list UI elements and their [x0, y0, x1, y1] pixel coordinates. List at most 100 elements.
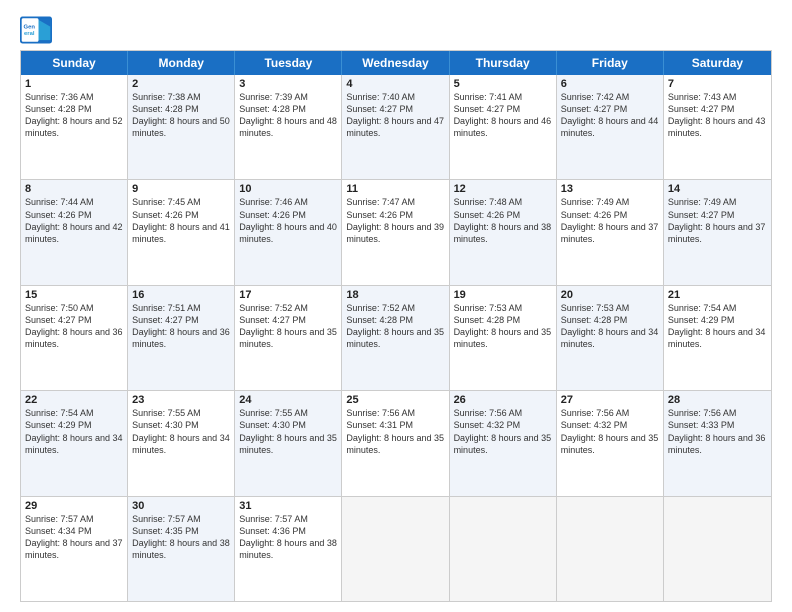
day-info: Sunrise: 7:55 AMSunset: 4:30 PMDaylight:…	[132, 407, 230, 456]
day-number: 28	[668, 394, 767, 406]
cal-header-tuesday: Tuesday	[235, 51, 342, 75]
calendar-page: Gen eral SundayMondayTuesdayWednesdayThu…	[0, 0, 792, 612]
calendar-header: SundayMondayTuesdayWednesdayThursdayFrid…	[21, 51, 771, 75]
day-number: 20	[561, 289, 659, 301]
day-info: Sunrise: 7:56 AMSunset: 4:32 PMDaylight:…	[454, 407, 552, 456]
cal-cell-4: 4Sunrise: 7:40 AMSunset: 4:27 PMDaylight…	[342, 75, 449, 179]
cal-cell-empty-3	[342, 497, 449, 601]
day-number: 17	[239, 289, 337, 301]
day-number: 3	[239, 78, 337, 90]
cal-cell-18: 18Sunrise: 7:52 AMSunset: 4:28 PMDayligh…	[342, 286, 449, 390]
day-info: Sunrise: 7:36 AMSunset: 4:28 PMDaylight:…	[25, 91, 123, 140]
cal-cell-22: 22Sunrise: 7:54 AMSunset: 4:29 PMDayligh…	[21, 391, 128, 495]
cal-cell-19: 19Sunrise: 7:53 AMSunset: 4:28 PMDayligh…	[450, 286, 557, 390]
cal-cell-25: 25Sunrise: 7:56 AMSunset: 4:31 PMDayligh…	[342, 391, 449, 495]
day-info: Sunrise: 7:48 AMSunset: 4:26 PMDaylight:…	[454, 196, 552, 245]
cal-cell-20: 20Sunrise: 7:53 AMSunset: 4:28 PMDayligh…	[557, 286, 664, 390]
cal-cell-15: 15Sunrise: 7:50 AMSunset: 4:27 PMDayligh…	[21, 286, 128, 390]
cal-cell-5: 5Sunrise: 7:41 AMSunset: 4:27 PMDaylight…	[450, 75, 557, 179]
day-number: 26	[454, 394, 552, 406]
day-info: Sunrise: 7:50 AMSunset: 4:27 PMDaylight:…	[25, 302, 123, 351]
cal-cell-11: 11Sunrise: 7:47 AMSunset: 4:26 PMDayligh…	[342, 180, 449, 284]
day-number: 30	[132, 500, 230, 512]
cal-cell-9: 9Sunrise: 7:45 AMSunset: 4:26 PMDaylight…	[128, 180, 235, 284]
day-info: Sunrise: 7:57 AMSunset: 4:35 PMDaylight:…	[132, 513, 230, 562]
day-info: Sunrise: 7:52 AMSunset: 4:28 PMDaylight:…	[346, 302, 444, 351]
cal-cell-empty-5	[557, 497, 664, 601]
day-number: 19	[454, 289, 552, 301]
cal-cell-23: 23Sunrise: 7:55 AMSunset: 4:30 PMDayligh…	[128, 391, 235, 495]
day-number: 6	[561, 78, 659, 90]
day-number: 1	[25, 78, 123, 90]
day-info: Sunrise: 7:53 AMSunset: 4:28 PMDaylight:…	[561, 302, 659, 351]
cal-cell-6: 6Sunrise: 7:42 AMSunset: 4:27 PMDaylight…	[557, 75, 664, 179]
cal-cell-24: 24Sunrise: 7:55 AMSunset: 4:30 PMDayligh…	[235, 391, 342, 495]
cal-header-wednesday: Wednesday	[342, 51, 449, 75]
day-info: Sunrise: 7:55 AMSunset: 4:30 PMDaylight:…	[239, 407, 337, 456]
cal-cell-13: 13Sunrise: 7:49 AMSunset: 4:26 PMDayligh…	[557, 180, 664, 284]
cal-cell-2: 2Sunrise: 7:38 AMSunset: 4:28 PMDaylight…	[128, 75, 235, 179]
cal-header-saturday: Saturday	[664, 51, 771, 75]
calendar: SundayMondayTuesdayWednesdayThursdayFrid…	[20, 50, 772, 602]
calendar-body: 1Sunrise: 7:36 AMSunset: 4:28 PMDaylight…	[21, 75, 771, 601]
day-info: Sunrise: 7:54 AMSunset: 4:29 PMDaylight:…	[668, 302, 767, 351]
day-number: 22	[25, 394, 123, 406]
cal-cell-12: 12Sunrise: 7:48 AMSunset: 4:26 PMDayligh…	[450, 180, 557, 284]
cal-cell-10: 10Sunrise: 7:46 AMSunset: 4:26 PMDayligh…	[235, 180, 342, 284]
day-number: 24	[239, 394, 337, 406]
day-number: 7	[668, 78, 767, 90]
cal-cell-16: 16Sunrise: 7:51 AMSunset: 4:27 PMDayligh…	[128, 286, 235, 390]
cal-cell-21: 21Sunrise: 7:54 AMSunset: 4:29 PMDayligh…	[664, 286, 771, 390]
cal-cell-3: 3Sunrise: 7:39 AMSunset: 4:28 PMDaylight…	[235, 75, 342, 179]
day-number: 10	[239, 183, 337, 195]
svg-text:eral: eral	[24, 31, 35, 37]
cal-cell-31: 31Sunrise: 7:57 AMSunset: 4:36 PMDayligh…	[235, 497, 342, 601]
day-info: Sunrise: 7:56 AMSunset: 4:31 PMDaylight:…	[346, 407, 444, 456]
day-info: Sunrise: 7:38 AMSunset: 4:28 PMDaylight:…	[132, 91, 230, 140]
logo-icon: Gen eral	[20, 16, 52, 44]
day-number: 31	[239, 500, 337, 512]
cal-cell-empty-4	[450, 497, 557, 601]
cal-row-1: 8Sunrise: 7:44 AMSunset: 4:26 PMDaylight…	[21, 179, 771, 284]
cal-cell-29: 29Sunrise: 7:57 AMSunset: 4:34 PMDayligh…	[21, 497, 128, 601]
day-number: 9	[132, 183, 230, 195]
day-number: 25	[346, 394, 444, 406]
day-info: Sunrise: 7:39 AMSunset: 4:28 PMDaylight:…	[239, 91, 337, 140]
cal-row-0: 1Sunrise: 7:36 AMSunset: 4:28 PMDaylight…	[21, 75, 771, 179]
cal-row-4: 29Sunrise: 7:57 AMSunset: 4:34 PMDayligh…	[21, 496, 771, 601]
day-info: Sunrise: 7:43 AMSunset: 4:27 PMDaylight:…	[668, 91, 767, 140]
day-info: Sunrise: 7:49 AMSunset: 4:26 PMDaylight:…	[561, 196, 659, 245]
cal-cell-27: 27Sunrise: 7:56 AMSunset: 4:32 PMDayligh…	[557, 391, 664, 495]
cal-cell-28: 28Sunrise: 7:56 AMSunset: 4:33 PMDayligh…	[664, 391, 771, 495]
day-info: Sunrise: 7:56 AMSunset: 4:33 PMDaylight:…	[668, 407, 767, 456]
day-info: Sunrise: 7:53 AMSunset: 4:28 PMDaylight:…	[454, 302, 552, 351]
day-number: 14	[668, 183, 767, 195]
cal-cell-14: 14Sunrise: 7:49 AMSunset: 4:27 PMDayligh…	[664, 180, 771, 284]
day-info: Sunrise: 7:47 AMSunset: 4:26 PMDaylight:…	[346, 196, 444, 245]
day-info: Sunrise: 7:41 AMSunset: 4:27 PMDaylight:…	[454, 91, 552, 140]
cal-cell-1: 1Sunrise: 7:36 AMSunset: 4:28 PMDaylight…	[21, 75, 128, 179]
day-number: 18	[346, 289, 444, 301]
day-number: 16	[132, 289, 230, 301]
cal-header-monday: Monday	[128, 51, 235, 75]
cal-cell-17: 17Sunrise: 7:52 AMSunset: 4:27 PMDayligh…	[235, 286, 342, 390]
cal-cell-empty-6	[664, 497, 771, 601]
day-info: Sunrise: 7:44 AMSunset: 4:26 PMDaylight:…	[25, 196, 123, 245]
cal-cell-8: 8Sunrise: 7:44 AMSunset: 4:26 PMDaylight…	[21, 180, 128, 284]
svg-text:Gen: Gen	[24, 24, 36, 30]
page-header: Gen eral	[20, 16, 772, 44]
day-info: Sunrise: 7:57 AMSunset: 4:34 PMDaylight:…	[25, 513, 123, 562]
day-info: Sunrise: 7:40 AMSunset: 4:27 PMDaylight:…	[346, 91, 444, 140]
cal-header-thursday: Thursday	[450, 51, 557, 75]
day-info: Sunrise: 7:51 AMSunset: 4:27 PMDaylight:…	[132, 302, 230, 351]
day-info: Sunrise: 7:56 AMSunset: 4:32 PMDaylight:…	[561, 407, 659, 456]
day-info: Sunrise: 7:57 AMSunset: 4:36 PMDaylight:…	[239, 513, 337, 562]
day-info: Sunrise: 7:46 AMSunset: 4:26 PMDaylight:…	[239, 196, 337, 245]
day-number: 12	[454, 183, 552, 195]
day-number: 27	[561, 394, 659, 406]
day-number: 4	[346, 78, 444, 90]
cal-cell-30: 30Sunrise: 7:57 AMSunset: 4:35 PMDayligh…	[128, 497, 235, 601]
cal-cell-26: 26Sunrise: 7:56 AMSunset: 4:32 PMDayligh…	[450, 391, 557, 495]
day-number: 29	[25, 500, 123, 512]
day-info: Sunrise: 7:42 AMSunset: 4:27 PMDaylight:…	[561, 91, 659, 140]
